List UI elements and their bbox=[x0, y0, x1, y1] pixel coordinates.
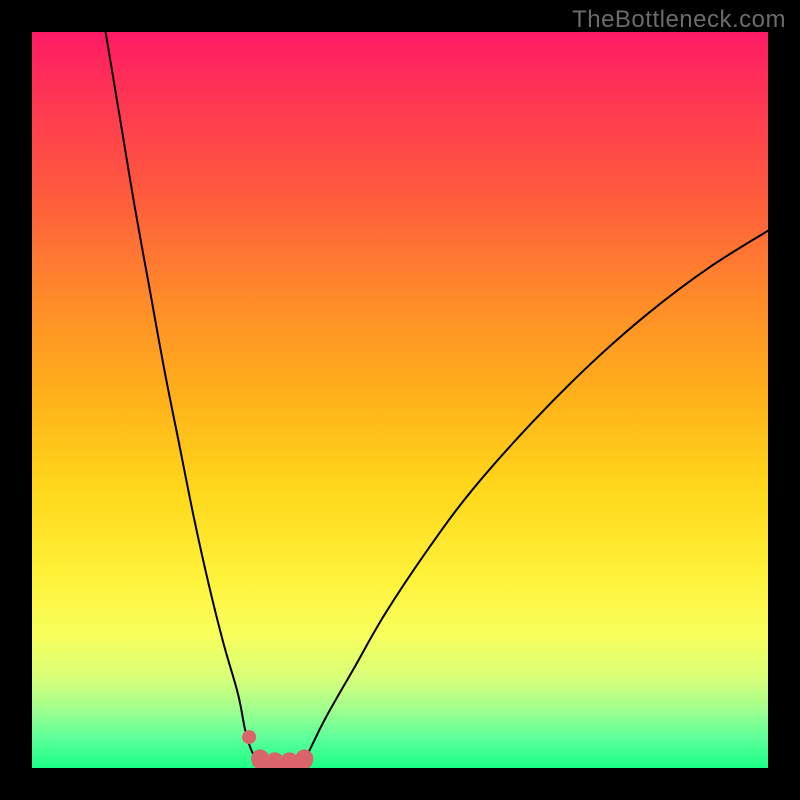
plot-area bbox=[32, 32, 768, 768]
curve-layer bbox=[32, 32, 768, 768]
watermark-text: TheBottleneck.com bbox=[572, 6, 786, 34]
marker-group bbox=[242, 730, 313, 768]
curve-group bbox=[106, 32, 768, 766]
marker-point bbox=[295, 749, 313, 767]
chart-frame: TheBottleneck.com bbox=[0, 0, 800, 800]
series-left-branch bbox=[106, 32, 261, 761]
series-right-branch bbox=[304, 231, 768, 761]
marker-point bbox=[242, 730, 256, 744]
